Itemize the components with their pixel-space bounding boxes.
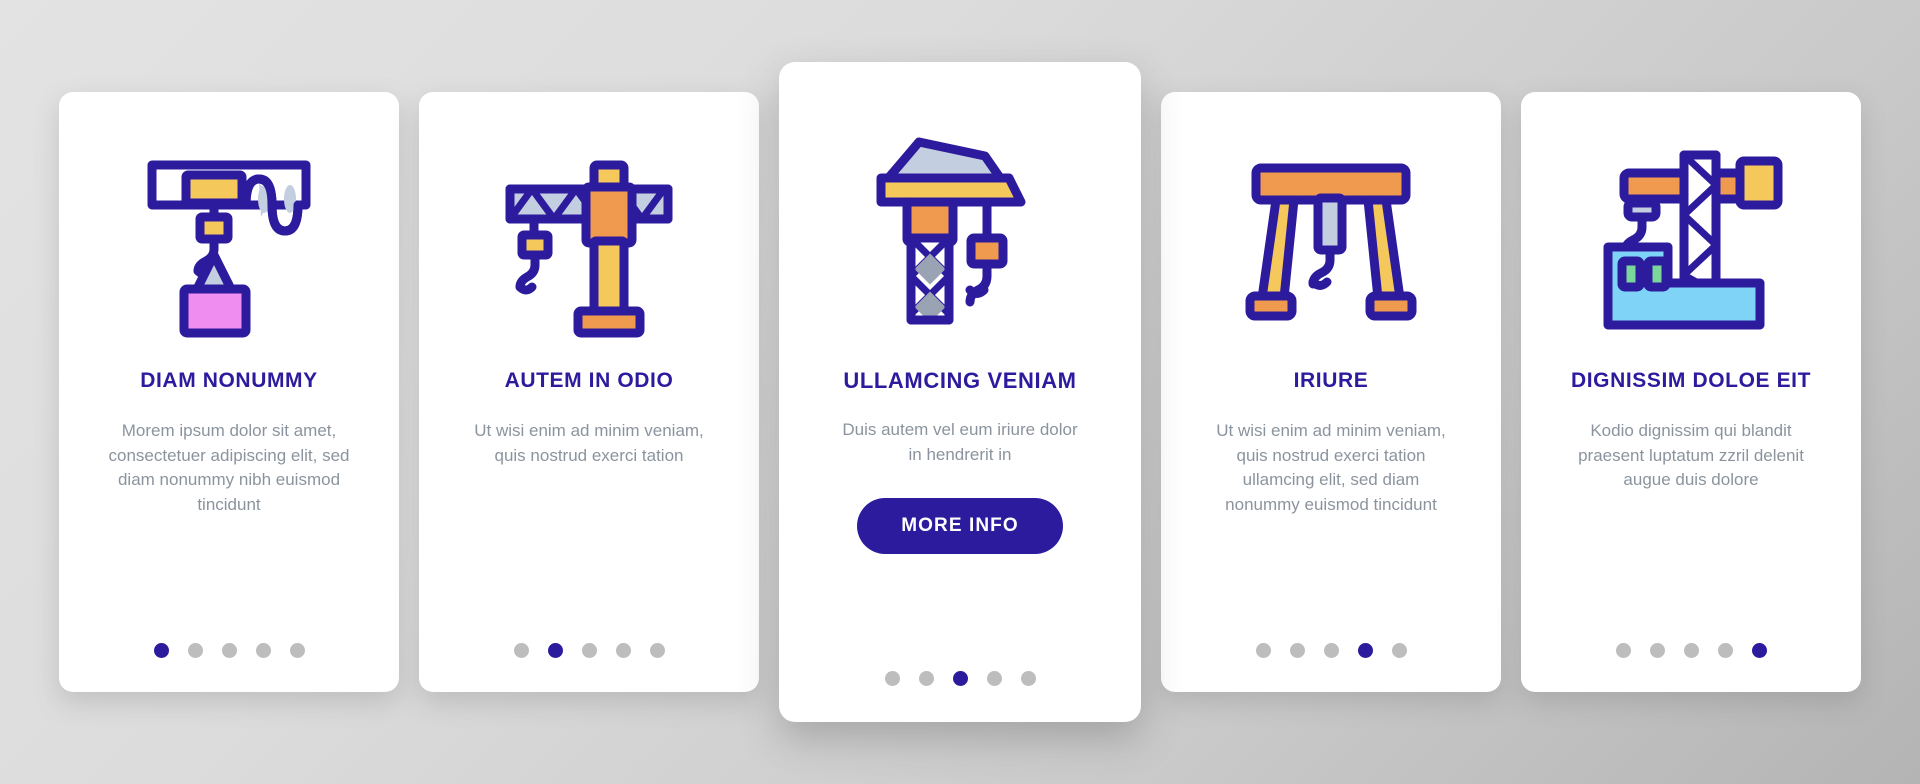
- card-body-text: Kodio dignissim qui blandit praesent lup…: [1578, 421, 1804, 490]
- pagination-dot-2[interactable]: [187, 643, 203, 658]
- pagination-dot-2[interactable]: [1289, 643, 1305, 658]
- pagination-dot-5[interactable]: [1391, 643, 1407, 658]
- pagination-dots: [1161, 643, 1501, 658]
- pagination-dot-3[interactable]: [952, 671, 968, 686]
- pagination-dot-2[interactable]: [1649, 643, 1665, 658]
- overhead-hoist-crane-icon: [77, 118, 381, 368]
- pagination-dot-3[interactable]: [581, 643, 597, 658]
- pagination-dots: [1521, 643, 1861, 658]
- gantry-crane-icon: [1179, 118, 1483, 368]
- pagination-dot-5[interactable]: [649, 643, 665, 658]
- onboarding-card-2[interactable]: AUTEM IN ODIO Ut wisi enim ad minim veni…: [419, 92, 759, 692]
- crane-building-site-icon: [1539, 118, 1843, 368]
- onboarding-screens: DIAM NONUMMY Morem ipsum dolor sit amet,…: [0, 0, 1920, 784]
- card-body-text: Morem ipsum dolor sit amet, consectetuer…: [108, 421, 350, 515]
- pagination-dot-4[interactable]: [1717, 643, 1733, 658]
- pagination-dot-1[interactable]: [884, 671, 900, 686]
- pagination-dot-4[interactable]: [1357, 643, 1373, 658]
- pagination-dot-5[interactable]: [1751, 643, 1767, 658]
- pagination-dots: [779, 671, 1141, 686]
- card-title: DIAM NONUMMY: [140, 369, 318, 392]
- card-body-text: Ut wisi enim ad minim veniam, quis nostr…: [474, 421, 704, 465]
- card-title: ULLAMCING VENIAM: [843, 368, 1077, 393]
- card-body-text: Duis autem vel eum iriure dolor in hendr…: [842, 420, 1078, 465]
- pagination-dot-3[interactable]: [1683, 643, 1699, 658]
- onboarding-card-row: DIAM NONUMMY Morem ipsum dolor sit amet,…: [0, 0, 1920, 784]
- tower-jib-crane-icon: [437, 118, 741, 368]
- card-title: AUTEM IN ODIO: [504, 369, 674, 392]
- pagination-dot-1[interactable]: [1615, 643, 1631, 658]
- pagination-dot-2[interactable]: [918, 671, 934, 686]
- pagination-dot-4[interactable]: [615, 643, 631, 658]
- pagination-dot-1[interactable]: [153, 643, 169, 658]
- more-info-button[interactable]: MORE INFO: [857, 497, 1063, 554]
- card-title: IRIURE: [1293, 369, 1369, 392]
- construction-tower-crane-icon: [797, 88, 1123, 368]
- pagination-dot-5[interactable]: [1020, 671, 1036, 686]
- pagination-dot-3[interactable]: [1323, 643, 1339, 658]
- onboarding-card-3-featured[interactable]: ULLAMCING VENIAM Duis autem vel eum iriu…: [779, 62, 1141, 722]
- onboarding-card-5[interactable]: DIGNISSIM DOLOE EIT Kodio dignissim qui …: [1521, 92, 1861, 692]
- card-body-text: Ut wisi enim ad minim veniam, quis nostr…: [1216, 421, 1446, 515]
- pagination-dots: [59, 643, 399, 658]
- pagination-dot-4[interactable]: [986, 671, 1002, 686]
- pagination-dot-3[interactable]: [221, 643, 237, 658]
- pagination-dot-5[interactable]: [289, 643, 305, 658]
- pagination-dot-2[interactable]: [547, 643, 563, 658]
- pagination-dot-1[interactable]: [1255, 643, 1271, 658]
- card-title: DIGNISSIM DOLOE EIT: [1570, 369, 1812, 392]
- onboarding-card-4[interactable]: IRIURE Ut wisi enim ad minim veniam, qui…: [1161, 92, 1501, 692]
- pagination-dots: [419, 643, 759, 658]
- pagination-dot-4[interactable]: [255, 643, 271, 658]
- onboarding-card-1[interactable]: DIAM NONUMMY Morem ipsum dolor sit amet,…: [59, 92, 399, 692]
- pagination-dot-1[interactable]: [513, 643, 529, 658]
